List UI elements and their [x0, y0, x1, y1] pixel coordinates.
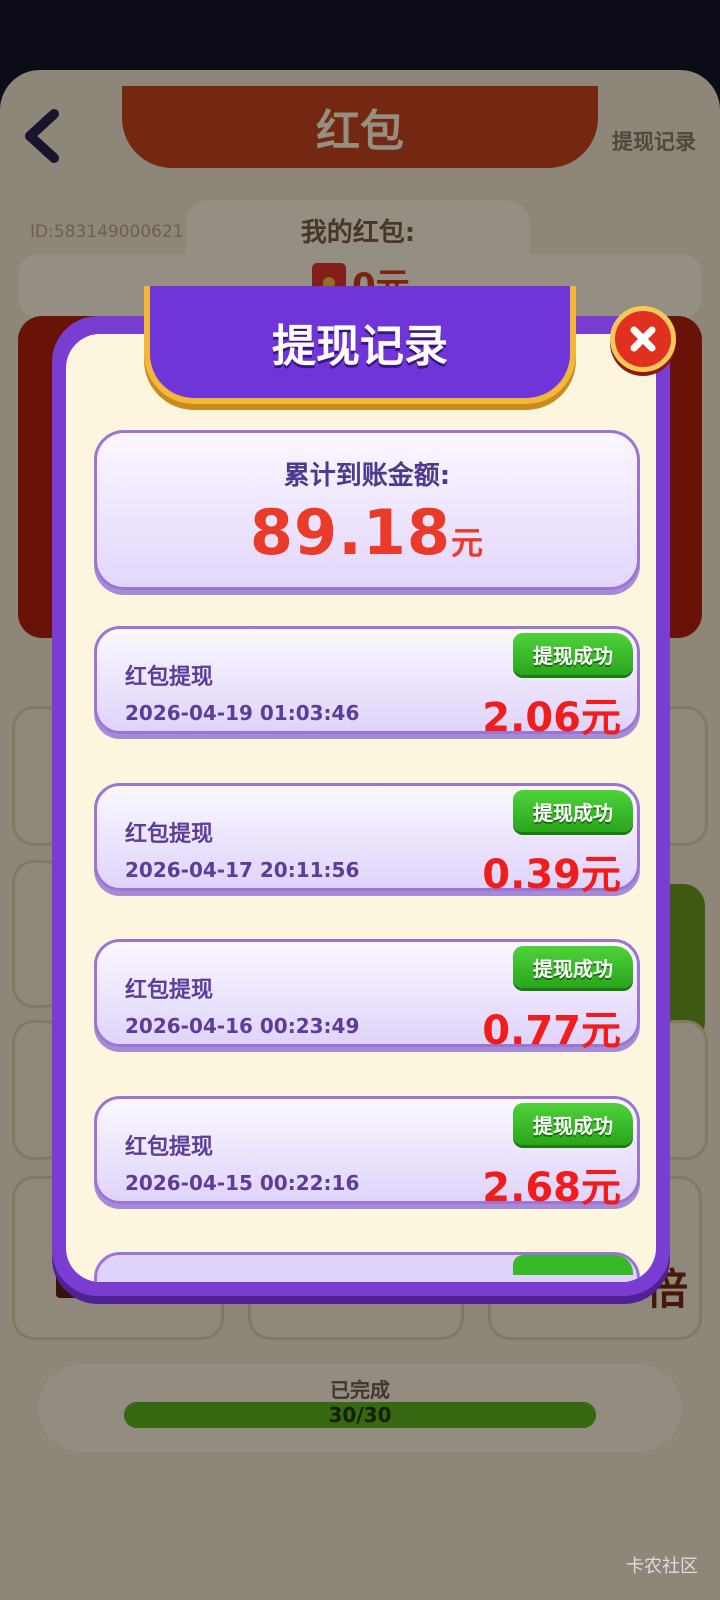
record-item-partial [94, 1252, 640, 1282]
total-received-box: 累计到账金额: 89.18元 [94, 430, 640, 590]
record-time: 2026-04-19 01:03:46 [125, 701, 360, 725]
record-amount: 0.39元 [482, 852, 621, 898]
record-time: 2026-04-16 00:23:49 [125, 1014, 360, 1038]
watermark: 卡农社区 [626, 1556, 698, 1577]
record-item: 提现成功 红包提现 2026-04-16 00:23:49 0.77元 [94, 939, 640, 1054]
record-item: 提现成功 红包提现 2026-04-17 20:11:56 0.39元 [94, 783, 640, 898]
total-unit: 元 [451, 524, 485, 562]
modal-title: 提现记录 [272, 321, 448, 372]
record-amount: 2.68元 [482, 1165, 621, 1211]
status-badge: 提现成功 [513, 1103, 633, 1145]
record-time: 2026-04-17 20:11:56 [125, 858, 360, 882]
record-time: 2026-04-15 00:22:16 [125, 1171, 360, 1195]
close-x-icon [630, 326, 656, 352]
modal-content: 累计到账金额: 89.18元 提现成功 红包提现 2026-04-19 01:0… [66, 334, 656, 1282]
record-item: 提现成功 红包提现 2026-04-15 00:22:16 2.68元 [94, 1096, 640, 1211]
total-amount: 89.18元 [97, 496, 637, 569]
record-title: 红包提现 [125, 665, 214, 690]
status-badge-partial [513, 1255, 633, 1275]
record-title: 红包提现 [125, 822, 214, 847]
record-amount: 2.06元 [482, 695, 621, 741]
record-title: 红包提现 [125, 978, 214, 1003]
total-label: 累计到账金额: [283, 461, 451, 491]
record-amount: 0.77元 [482, 1008, 621, 1054]
close-button[interactable] [610, 306, 676, 372]
record-item: 提现成功 红包提现 2026-04-19 01:03:46 2.06元 [94, 626, 640, 741]
record-title: 红包提现 [125, 1135, 214, 1160]
status-badge: 提现成功 [513, 790, 633, 832]
withdraw-record-modal: 累计到账金额: 89.18元 提现成功 红包提现 2026-04-19 01:0… [52, 316, 670, 1296]
status-badge: 提现成功 [513, 633, 633, 675]
status-badge: 提现成功 [513, 946, 633, 988]
total-value: 89.18 [249, 496, 452, 569]
modal-title-ribbon: 提现记录 [144, 286, 576, 404]
